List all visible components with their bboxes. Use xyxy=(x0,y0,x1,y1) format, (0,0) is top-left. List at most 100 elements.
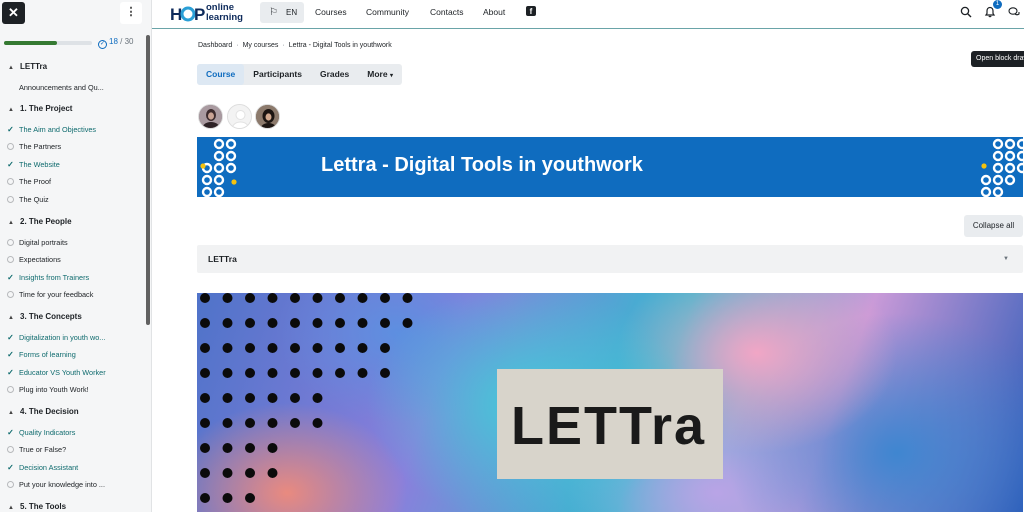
course-progress-bar xyxy=(4,41,92,45)
avatar[interactable] xyxy=(255,104,280,129)
section-heading[interactable]: ▲ 5. The Tools xyxy=(8,502,66,511)
pattern-dot xyxy=(290,368,300,378)
sidebar-item[interactable]: ✓ Insights from Trainers xyxy=(6,273,114,282)
tab-participants[interactable]: Participants xyxy=(244,64,311,85)
default-user-icon xyxy=(228,105,251,128)
sidebar-item-label: True or False? xyxy=(19,445,67,455)
logo-subtitle: online learning xyxy=(206,3,243,23)
sidebar-item[interactable]: ✓ Forms of learning xyxy=(6,350,114,359)
course-hero-image: LETTra xyxy=(197,293,1023,512)
check-circle-icon: ✓ xyxy=(98,40,107,49)
section-heading[interactable]: ▲ 1. The Project xyxy=(8,104,72,113)
course-progress-count: ✓ 18 / 30 xyxy=(98,37,133,49)
nav-community[interactable]: Community xyxy=(366,0,409,28)
pattern-dot xyxy=(222,443,233,453)
sidebar-item[interactable]: Plug into Youth Work! xyxy=(6,385,114,394)
sidebar-item[interactable]: ✓ Quality Indicators xyxy=(6,428,114,437)
sidebar-item[interactable]: ✓ Decision Assistant xyxy=(6,463,114,472)
pattern-dot xyxy=(402,293,413,303)
sidebar-item[interactable]: Expectations xyxy=(6,255,114,264)
close-icon[interactable]: ✕ xyxy=(2,2,25,24)
pattern-dot xyxy=(312,368,323,378)
breadcrumb-my-courses[interactable]: My courses xyxy=(243,42,279,49)
pattern-dot xyxy=(357,293,368,303)
breadcrumb: Dashboard · My courses · Lettra - Digital To… xyxy=(198,42,392,49)
banner-decoration-right xyxy=(980,138,1023,197)
sidebar-item[interactable]: ✓ The Website xyxy=(6,160,114,169)
nav-about[interactable]: About xyxy=(483,0,505,28)
section-heading[interactable]: ▲ LETTra xyxy=(8,62,47,71)
sidebar-item[interactable]: ✓ Digitalization in youth wo... xyxy=(6,333,114,342)
pattern-dot xyxy=(222,393,233,403)
section-header-lettra[interactable]: LETTra ▼ xyxy=(197,245,1023,273)
chevron-down-icon[interactable]: ▼ xyxy=(1003,256,1009,262)
sidebar-item[interactable]: The Partners xyxy=(6,142,114,151)
svg-text:P: P xyxy=(194,5,205,24)
pattern-dot xyxy=(335,368,345,378)
caret-down-icon: ▾ xyxy=(389,73,393,79)
pattern-dot xyxy=(290,418,300,428)
search-icon[interactable] xyxy=(960,6,972,18)
section-heading[interactable]: ▲ 4. The Decision xyxy=(8,407,79,416)
collapse-all-button[interactable]: Collapse all xyxy=(964,215,1023,237)
sidebar-item[interactable]: The Proof xyxy=(6,177,114,186)
check-icon: ✓ xyxy=(7,462,14,472)
caret-up-icon[interactable]: ▲ xyxy=(8,220,16,226)
section-heading[interactable]: ▲ 3. The Concepts xyxy=(8,312,82,321)
breadcrumb-dashboard[interactable]: Dashboard xyxy=(198,42,232,49)
language-code: EN xyxy=(286,8,298,17)
pattern-dot xyxy=(245,418,255,428)
sidebar-item[interactable]: Digital portraits xyxy=(6,238,114,247)
section-heading-label: 5. The Tools xyxy=(20,502,67,511)
hero-logo-text: LETTra xyxy=(511,396,707,456)
breadcrumb-current-course[interactable]: Lettra - Digital Tools in youthwork xyxy=(289,42,392,49)
pattern-dot xyxy=(200,293,210,303)
pattern-dot xyxy=(290,393,300,403)
check-icon: ✓ xyxy=(7,272,14,282)
svg-text:H: H xyxy=(170,5,182,24)
empty-circle-icon xyxy=(7,386,14,394)
messages-icon[interactable] xyxy=(1008,6,1020,18)
check-icon: ✓ xyxy=(7,367,14,377)
dot-pattern xyxy=(200,293,413,503)
sidebar-item[interactable]: Time for your feedback xyxy=(6,290,114,299)
sidebar-item-label: Time for your feedback xyxy=(19,290,94,300)
kebab-menu-icon[interactable]: ⋮ xyxy=(120,2,142,24)
pattern-dot xyxy=(312,293,323,303)
pattern-dot xyxy=(245,318,255,328)
sidebar-item[interactable]: Put your knowledge into ... xyxy=(6,480,114,489)
language-selector[interactable]: ⚐ EN xyxy=(260,2,304,23)
section-heading-label: 1. The Project xyxy=(20,104,73,113)
course-tabs: Course Participants Grades More ▾ xyxy=(197,64,402,85)
avatar[interactable] xyxy=(227,104,252,129)
tab-grades[interactable]: Grades xyxy=(311,64,358,85)
sidebar-item[interactable]: The Quiz xyxy=(6,195,114,204)
facebook-icon[interactable]: f xyxy=(526,6,536,16)
avatar[interactable] xyxy=(198,104,223,129)
sidebar-item[interactable]: True or False? xyxy=(6,445,114,454)
caret-up-icon[interactable]: ▲ xyxy=(8,315,16,321)
nav-contacts[interactable]: Contacts xyxy=(430,0,464,28)
caret-up-icon[interactable]: ▲ xyxy=(8,505,16,511)
caret-up-icon[interactable]: ▲ xyxy=(8,107,16,113)
section-heading[interactable]: ▲ 2. The People xyxy=(8,217,72,226)
pattern-dot xyxy=(222,418,233,428)
tab-more[interactable]: More ▾ xyxy=(358,64,402,85)
nav-courses[interactable]: Courses xyxy=(315,0,347,28)
sidebar-item-label: Expectations xyxy=(19,255,61,265)
section-heading-label: 4. The Decision xyxy=(20,407,79,416)
check-icon: ✓ xyxy=(7,428,14,437)
pattern-dot xyxy=(267,343,278,353)
sidebar-scrollbar[interactable] xyxy=(146,35,150,325)
caret-up-icon[interactable]: ▲ xyxy=(8,410,16,416)
tab-course[interactable]: Course xyxy=(197,64,245,85)
caret-up-icon[interactable]: ▲ xyxy=(8,65,16,71)
pattern-dot xyxy=(267,293,278,303)
site-logo[interactable]: H P online learning xyxy=(170,3,250,25)
sidebar-item[interactable]: ✓ The Aim and Objectives xyxy=(6,125,114,134)
section-heading-label: 2. The People xyxy=(20,217,72,226)
sidebar-item[interactable]: Announcements and Qu... xyxy=(19,83,127,92)
pattern-dot xyxy=(200,393,210,403)
sidebar-item[interactable]: ✓ Educator VS Youth Worker xyxy=(6,368,114,377)
check-icon: ✓ xyxy=(7,333,14,342)
